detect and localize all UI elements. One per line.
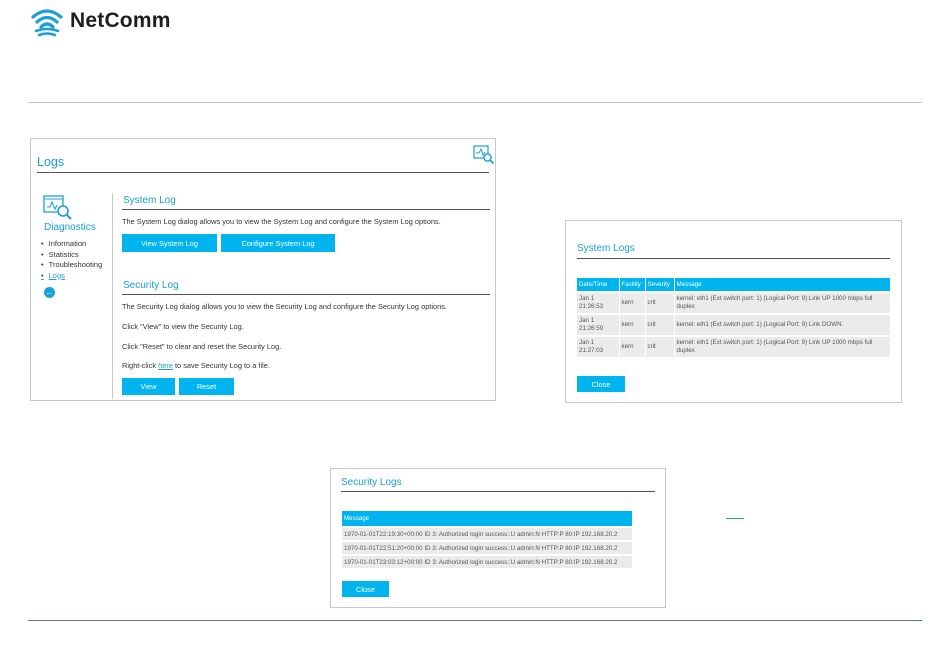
column-datetime: Date/Time — [577, 278, 620, 292]
column-message: Message — [674, 278, 890, 292]
back-arrow-icon[interactable]: ← — [44, 287, 55, 298]
column-facility: Facility — [619, 278, 646, 292]
diagnostics-search-icon — [473, 145, 495, 165]
sidebar-divider — [112, 193, 113, 399]
sidebar-nav: Information Statistics Troubleshooting L… — [41, 239, 103, 282]
cell-facility: kern — [619, 313, 646, 336]
security-logs-table: Message 1970-01-01T22:19:30+00:00 ID 3: … — [342, 511, 632, 568]
table-row: Jan 1 21:26:53 kern crit kernel: eth1 (Ex… — [577, 291, 890, 314]
system-logs-title: System Logs — [577, 243, 635, 254]
system-logs-dialog: System Logs Date/Time Facility Severity … — [565, 220, 902, 403]
reset-hint: Click "Reset" to clear and reset the Sec… — [122, 342, 282, 351]
cell-message: kernel: eth1 (Ext switch port: 1) (Logic… — [674, 335, 890, 357]
system-logs-table: Date/Time Facility Severity Message Jan … — [577, 278, 890, 357]
title-divider — [37, 172, 489, 173]
security-logs-title: Security Logs — [341, 477, 402, 488]
column-severity: Severity — [645, 278, 675, 292]
save-hint: Right-click here to save Security Log to… — [122, 361, 270, 370]
view-button[interactable]: View — [122, 378, 175, 395]
reset-button[interactable]: Reset — [179, 378, 234, 395]
cell-datetime: Jan 1 21:26:59 — [577, 313, 620, 336]
security-logs-divider — [341, 491, 655, 492]
cell-message: kernel: eth1 (Ext switch port: 1) (Logic… — [674, 291, 890, 314]
system-log-divider — [122, 209, 490, 210]
wifi-logo-icon — [31, 9, 63, 37]
diagnostics-icon — [43, 195, 72, 220]
cell-datetime: Jan 1 21:27:03 — [577, 335, 620, 357]
page-title: Logs — [37, 155, 65, 169]
footer-divider — [28, 620, 922, 621]
cell-time: 21:26:59 — [579, 325, 604, 332]
cell-date: Jan 1 — [579, 339, 595, 346]
link-underline — [726, 518, 744, 519]
save-hint-prefix: Right-click — [122, 361, 159, 370]
save-log-link[interactable]: here — [158, 361, 173, 370]
cell-date: Jan 1 — [579, 317, 595, 324]
security-log-description: The Security Log dialog allows you to vi… — [122, 302, 447, 311]
cell-time: 21:26:53 — [579, 303, 604, 310]
security-log-title: Security Log — [123, 280, 179, 291]
system-log-description: The System Log dialog allows you to view… — [122, 217, 441, 226]
sidebar-item-statistics[interactable]: Statistics — [41, 250, 102, 261]
view-system-log-button[interactable]: View System Log — [122, 234, 217, 252]
security-logs-close-button[interactable]: Close — [342, 581, 389, 597]
brand-logo: NetComm — [30, 4, 171, 38]
system-log-title: System Log — [123, 195, 176, 206]
cell-date: Jan 1 — [579, 295, 595, 302]
logs-panel: Logs Diagnostics Information Statistics … — [30, 138, 496, 401]
security-log-divider — [122, 294, 490, 295]
cell-severity: crit — [645, 335, 675, 357]
table-row: 1970-01-01T23:03:12+00:00 ID 3: Authoriz… — [342, 556, 632, 568]
table-row: 1970-01-01T22:51:20+00:00 ID 3: Authoriz… — [342, 542, 632, 554]
cell-facility: kern — [619, 335, 646, 357]
brand-name: NetComm — [70, 9, 171, 32]
cell-message: kernel: eth1 (Ext switch port: 1) (Logic… — [674, 313, 890, 336]
cell-datetime: Jan 1 21:26:53 — [577, 291, 620, 314]
table-header: Date/Time Facility Severity Message — [577, 278, 890, 292]
cell-facility: kern — [619, 291, 646, 314]
sidebar-item-information[interactable]: Information — [41, 239, 102, 250]
cell-severity: crit — [645, 291, 675, 314]
table-row: Jan 1 21:27:03 kern crit kernel: eth1 (Ex… — [577, 335, 890, 357]
system-logs-close-button[interactable]: Close — [577, 376, 625, 392]
security-logs-dialog: Security Logs Message 1970-01-01T22:19:3… — [330, 468, 666, 608]
header-divider — [28, 102, 922, 103]
sidebar-title: Diagnostics — [44, 222, 96, 233]
table-row: 1970-01-01T22:19:30+00:00 ID 3: Authoriz… — [342, 528, 632, 540]
view-hint: Click "View" to view the Security Log. — [122, 322, 244, 331]
cell-time: 21:27:03 — [579, 347, 604, 354]
configure-system-log-button[interactable]: Configure System Log — [221, 234, 335, 252]
save-hint-suffix: to save Security Log to a file. — [172, 361, 270, 370]
system-logs-divider — [577, 258, 890, 259]
cell-severity: crit — [645, 313, 675, 336]
column-message: Message — [342, 511, 632, 526]
sidebar-item-logs[interactable]: Logs — [41, 271, 102, 282]
sidebar-item-troubleshooting[interactable]: Troubleshooting — [41, 260, 103, 271]
table-row: Jan 1 21:26:59 kern crit kernel: eth1 (Ex… — [577, 313, 890, 336]
